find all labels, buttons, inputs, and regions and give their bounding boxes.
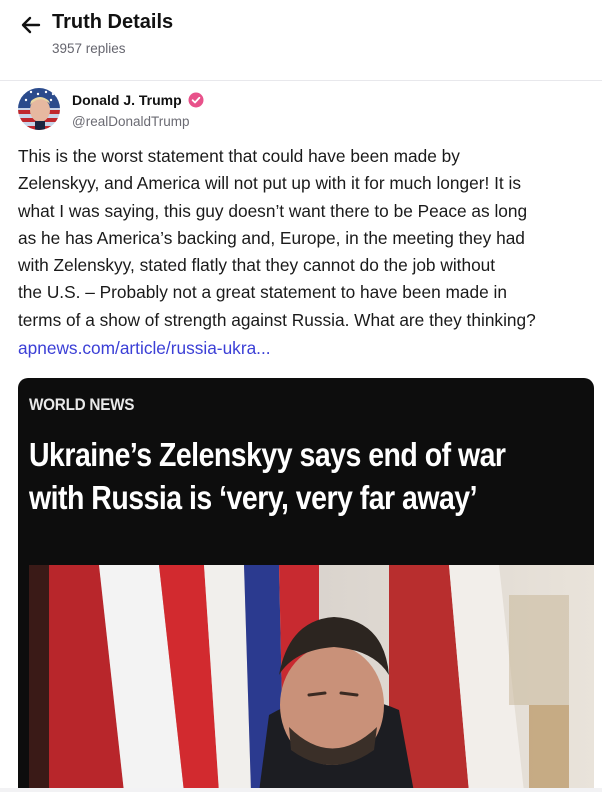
article-photo bbox=[29, 565, 594, 792]
post-text-line: Zelenskyy, and America will not put up w… bbox=[18, 173, 521, 194]
card-headline: Ukraine’s Zelenskyy says end of war with… bbox=[29, 434, 556, 520]
bottom-divider bbox=[0, 788, 602, 792]
post-text-line: as he has America’s backing and, Europe,… bbox=[18, 227, 525, 248]
post-text-line: with Zelenskyy, stated flatly that they … bbox=[18, 255, 496, 276]
post-text-line: This is the worst statement that could h… bbox=[18, 146, 460, 166]
article-link[interactable]: apnews.com/article/russia-ukra... bbox=[18, 338, 271, 359]
link-preview-card[interactable]: WORLD NEWS Ukraine’s Zelenskyy says end … bbox=[18, 378, 594, 792]
avatar[interactable] bbox=[18, 88, 60, 130]
author-name[interactable]: Donald J. Trump bbox=[72, 92, 182, 108]
page-header: Truth Details 3957 replies bbox=[0, 0, 602, 80]
replies-count: 3957 replies bbox=[52, 41, 126, 56]
author-handle[interactable]: @realDonaldTrump bbox=[72, 114, 190, 129]
post-text-line: what I was saying, this guy doesn’t want… bbox=[18, 200, 528, 221]
verified-badge-icon bbox=[188, 92, 204, 108]
card-section-label: WORLD NEWS bbox=[29, 395, 135, 414]
arrow-left-icon[interactable] bbox=[18, 12, 44, 38]
header-divider bbox=[0, 80, 602, 81]
card-headline-line: Ukraine’s Zelenskyy says end of war bbox=[29, 437, 506, 474]
post-text-line: terms of a show of strength against Russ… bbox=[18, 309, 536, 330]
card-headline-line: with Russia is ‘very, very far away’ bbox=[29, 480, 478, 517]
post-body: This is the worst statement that could h… bbox=[18, 143, 600, 334]
page-title: Truth Details bbox=[52, 11, 174, 33]
post-text-line: the U.S. – Probably not a great statemen… bbox=[18, 282, 507, 303]
